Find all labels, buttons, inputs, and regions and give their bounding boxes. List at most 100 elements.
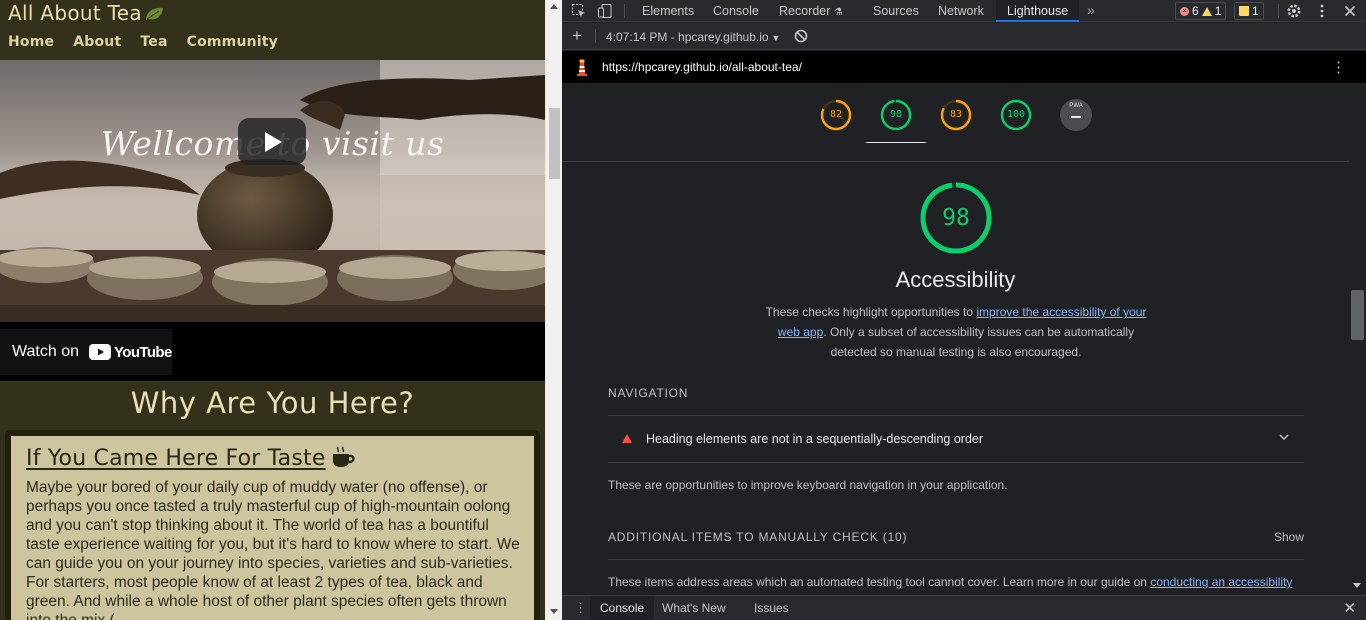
- more-tabs-button[interactable]: »: [1087, 0, 1095, 22]
- page-scrollbar-thumb[interactable]: [549, 108, 560, 179]
- tab-sources[interactable]: Sources: [862, 0, 930, 22]
- why-section: Why Are You Here? If You Came Here For T…: [0, 382, 545, 620]
- site-header: All About Tea Home About Tea Community: [0, 0, 545, 60]
- watch-on-label: Watch on: [12, 343, 79, 360]
- divider: [608, 559, 1304, 560]
- show-manual-checks-button[interactable]: Show: [1274, 530, 1304, 544]
- tab-network[interactable]: Network: [927, 0, 995, 22]
- pwa-dash-icon: [1071, 116, 1081, 118]
- drawer-tab-whats-new[interactable]: What's New: [652, 596, 736, 620]
- toolbar-separator: [1278, 4, 1279, 18]
- drawer-tab-console[interactable]: Console: [590, 596, 655, 620]
- accessibility-score: 98: [889, 109, 903, 120]
- category-description-tail: . Only a subset of accessibility issues …: [823, 325, 1135, 359]
- error-icon: ×: [1180, 6, 1189, 16]
- video-thumbnail: [0, 60, 545, 322]
- devtools-tabbar: Elements Console Recorder ⚗ Sources Netw…: [562, 0, 1366, 22]
- device-toolbar-icon[interactable]: [597, 3, 613, 19]
- clear-reports-icon[interactable]: [794, 29, 808, 46]
- youtube-video-embed[interactable]: Wellcome to visit us Watch on YouTube: [0, 60, 545, 381]
- website-viewport: All About Tea Home About Tea Community W…: [0, 0, 545, 620]
- report-menu-icon[interactable]: ⋮: [1331, 58, 1346, 76]
- toolbar-separator: [624, 4, 625, 18]
- settings-gear-icon[interactable]: [1286, 3, 1302, 19]
- nav-community-link[interactable]: Community: [187, 34, 278, 50]
- accessibility-score-gauge: 98: [919, 181, 993, 255]
- nav-home-link[interactable]: Home: [8, 34, 54, 50]
- devtools-drawer: ⋮ Console What's New Issues ✕: [562, 595, 1366, 620]
- category-description-text: These checks highlight opportunities to: [765, 305, 977, 319]
- toolbar-separator: [595, 29, 596, 43]
- category-title: Accessibility: [895, 267, 1016, 292]
- tab-elements[interactable]: Elements: [631, 0, 705, 22]
- performance-gauge[interactable]: 82: [820, 99, 852, 131]
- tab-lighthouse[interactable]: Lighthouse: [996, 0, 1080, 22]
- manual-checks-title[interactable]: ADDITIONAL ITEMS TO MANUALLY CHECK (10): [608, 530, 907, 544]
- play-button[interactable]: [238, 118, 306, 165]
- navigation-description: These are opportunities to improve keybo…: [608, 478, 1008, 492]
- tab-recorder-label: Recorder: [779, 4, 831, 18]
- console-counts-badge[interactable]: × 6 1: [1175, 2, 1227, 20]
- drawer-tab-issues[interactable]: Issues: [744, 596, 799, 620]
- report-scrollbar[interactable]: [1349, 83, 1366, 594]
- audit-heading-order[interactable]: Heading elements are not in a sequential…: [608, 416, 1304, 462]
- active-gauge-underline: [866, 142, 926, 143]
- tab-recorder[interactable]: Recorder ⚗: [768, 0, 854, 22]
- accessibility-score-large: 98: [942, 205, 970, 231]
- nav-about-link[interactable]: About: [73, 34, 121, 50]
- accessibility-gauge[interactable]: 98: [880, 99, 912, 131]
- manual-checks-description-text: These items address areas which an autom…: [608, 575, 1151, 589]
- new-report-plus-icon[interactable]: +: [572, 26, 582, 46]
- close-drawer-icon[interactable]: ✕: [1343, 599, 1356, 617]
- report-url-bar: https://hpcarey.github.io/all-about-tea/…: [562, 51, 1366, 83]
- performance-score: 82: [829, 109, 843, 120]
- chevron-down-icon[interactable]: [1278, 430, 1290, 448]
- drawer-menu-icon[interactable]: ⋮: [574, 600, 587, 616]
- tab-console[interactable]: Console: [702, 0, 770, 22]
- flask-icon: ⚗: [833, 7, 843, 18]
- seo-gauge[interactable]: 100: [1000, 99, 1032, 131]
- report-scrollbar-thumb[interactable]: [1351, 290, 1364, 340]
- lighthouse-report: 82 98 83 100 PWA 98 Accessibility These …: [562, 83, 1349, 594]
- pwa-label: PWA: [1069, 103, 1083, 109]
- issues-badge[interactable]: 1: [1234, 2, 1264, 20]
- taste-card-title-text: If You Came Here For Taste: [26, 446, 326, 471]
- issues-icon: [1239, 6, 1249, 16]
- lighthouse-toolbar: + 4:07:14 PM - hpcarey.github.io ▼: [562, 23, 1366, 50]
- score-gauges-strip: 82 98 83 100 PWA: [562, 83, 1349, 162]
- lighthouse-logo-icon: [575, 59, 589, 81]
- scroll-down-arrow-icon[interactable]: [1353, 583, 1361, 588]
- scroll-up-arrow-icon[interactable]: [550, 4, 558, 9]
- taste-card-title: If You Came Here For Taste: [26, 446, 520, 474]
- category-description: These checks highlight opportunities to …: [758, 302, 1154, 362]
- close-devtools-icon[interactable]: [1342, 3, 1358, 19]
- taste-card-body: Maybe your bored of your daily cup of mu…: [26, 479, 520, 620]
- inspect-element-icon[interactable]: [571, 3, 587, 19]
- warning-icon: [1201, 6, 1212, 16]
- customize-menu-icon[interactable]: [1314, 3, 1330, 19]
- fail-triangle-icon: [622, 434, 632, 443]
- manual-checks-description: These items address areas which an autom…: [608, 575, 1292, 589]
- devtools-panel: Elements Console Recorder ⚗ Sources Netw…: [562, 0, 1366, 620]
- report-select-dropdown[interactable]: 4:07:14 PM - hpcarey.github.io ▼: [606, 30, 780, 44]
- teapot-and-cups-illustration: [0, 60, 545, 322]
- site-title[interactable]: All About Tea: [8, 1, 164, 27]
- taste-card: If You Came Here For Taste Maybe your bo…: [5, 430, 540, 620]
- nav-tea-link[interactable]: Tea: [140, 34, 167, 50]
- report-url[interactable]: https://hpcarey.github.io/all-about-tea/: [602, 60, 802, 74]
- audit-title: Heading elements are not in a sequential…: [646, 432, 984, 446]
- divider: [608, 462, 1304, 463]
- pwa-badge[interactable]: PWA: [1060, 99, 1092, 131]
- warning-count: 1: [1214, 4, 1222, 18]
- why-heading: Why Are You Here?: [130, 386, 415, 420]
- page-scrollbar[interactable]: [545, 0, 562, 620]
- watch-on-youtube-button[interactable]: Watch on YouTube: [0, 329, 172, 375]
- seo-score: 100: [1006, 109, 1026, 120]
- site-nav: Home About Tea Community: [8, 34, 297, 50]
- best-practices-gauge[interactable]: 83: [940, 99, 972, 131]
- scroll-down-arrow-icon[interactable]: [550, 609, 558, 614]
- youtube-wordmark: YouTube: [114, 343, 172, 361]
- accessibility-review-guide-link[interactable]: conducting an accessibility: [1150, 575, 1292, 589]
- youtube-logo-icon: YouTube: [89, 344, 172, 361]
- error-count: 6: [1192, 4, 1199, 18]
